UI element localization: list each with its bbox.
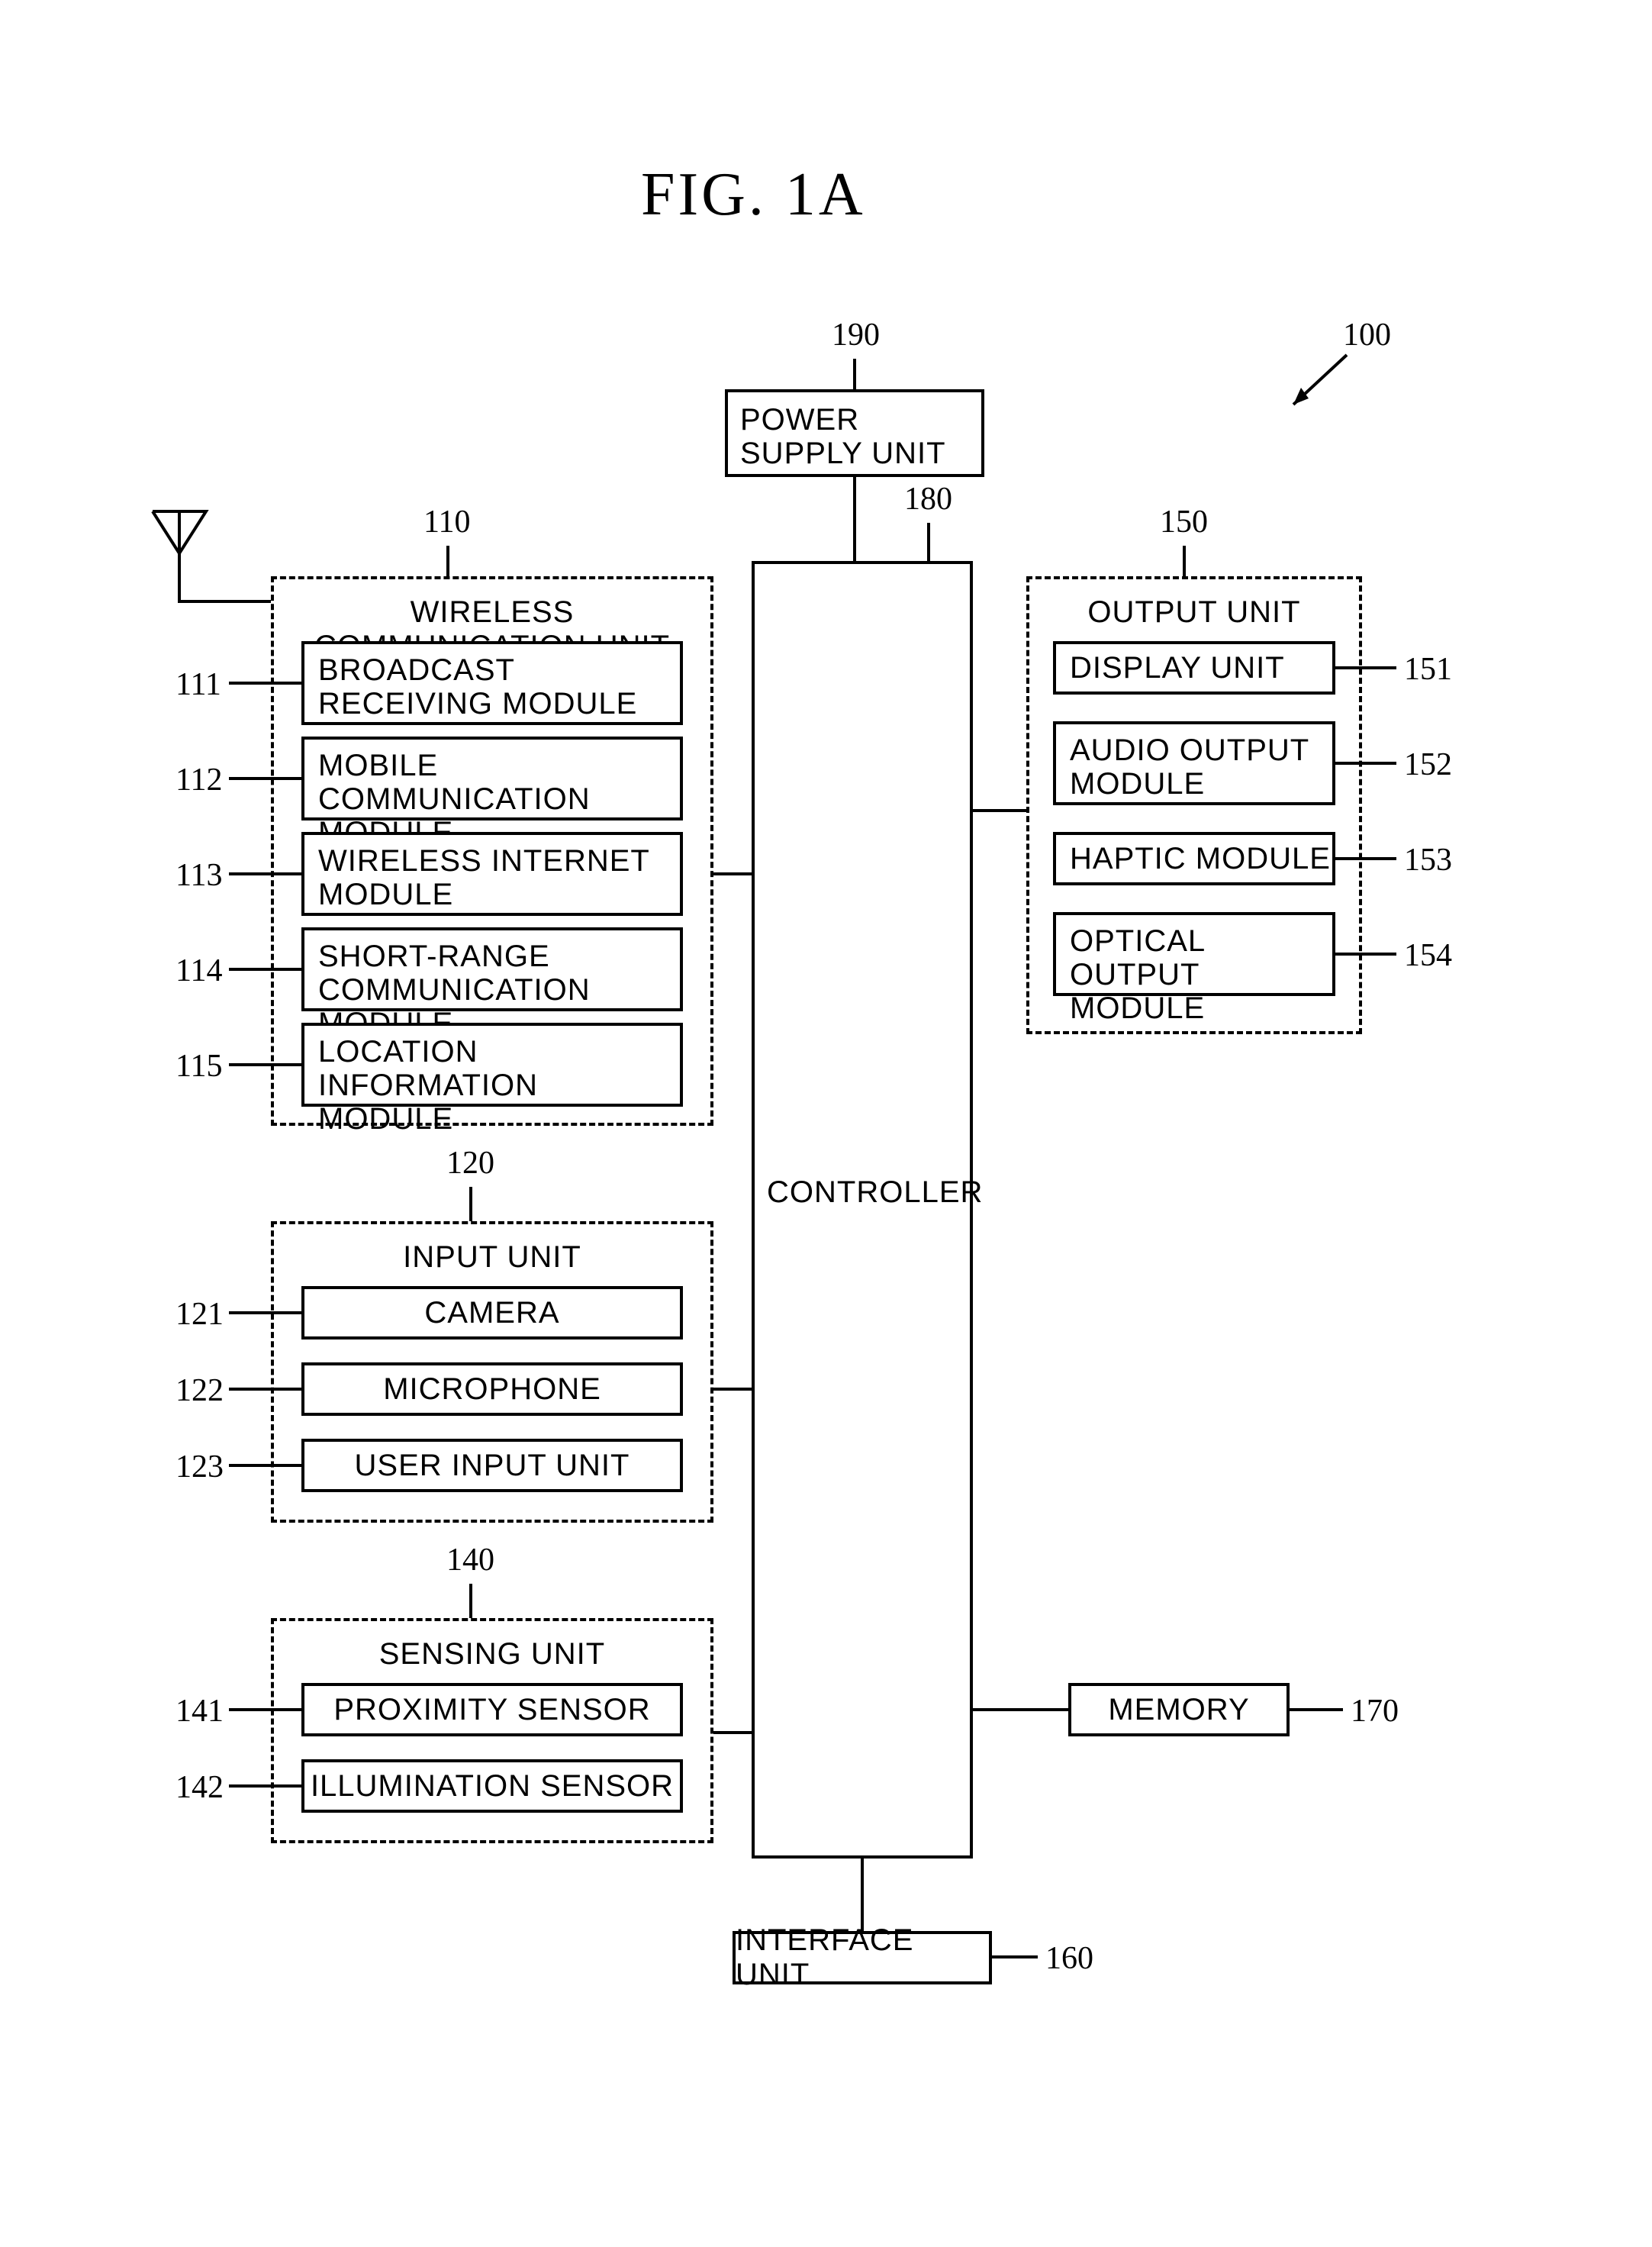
ref-115-lead: [229, 1063, 301, 1066]
ref-122-lead: [229, 1388, 301, 1391]
controller-interface-line: [861, 1859, 864, 1931]
interface-unit-box: INTERFACE UNIT: [733, 1931, 992, 1984]
mobile-comm-box: MOBILE COMMUNICATION MODULE: [301, 737, 683, 820]
ref-110: 110: [423, 504, 470, 540]
interface-unit-label: INTERFACE UNIT: [736, 1923, 989, 1992]
ref-140: 140: [446, 1542, 494, 1578]
ref-121: 121: [176, 1296, 224, 1333]
ref-153: 153: [1404, 842, 1452, 878]
ref-110-tick: [446, 546, 449, 576]
output-controller-line: [973, 809, 1026, 812]
user-input-box: USER INPUT UNIT: [301, 1439, 683, 1492]
memory-controller-line: [973, 1708, 1068, 1711]
power-controller-line: [853, 477, 856, 561]
figure-title: FIG. 1A: [641, 160, 866, 230]
camera-box: CAMERA: [301, 1286, 683, 1339]
sensing-controller-line: [713, 1731, 752, 1734]
ref-152: 152: [1404, 746, 1452, 783]
camera-label: CAMERA: [424, 1296, 559, 1330]
ref-142: 142: [176, 1769, 224, 1806]
ref-160-lead: [992, 1955, 1038, 1958]
ref-142-lead: [229, 1784, 301, 1788]
user-input-label: USER INPUT UNIT: [355, 1449, 630, 1483]
location-label: LOCATION INFORMATION MODULE: [318, 1035, 666, 1136]
ref-160: 160: [1045, 1940, 1093, 1977]
microphone-label: MICROPHONE: [383, 1372, 601, 1407]
ref-113-lead: [229, 872, 301, 875]
ref-170: 170: [1351, 1693, 1399, 1730]
illumination-box: ILLUMINATION SENSOR: [301, 1759, 683, 1813]
ref-123-lead: [229, 1464, 301, 1467]
display-box: DISPLAY UNIT: [1053, 641, 1335, 695]
ref-120: 120: [446, 1145, 494, 1182]
haptic-label: HAPTIC MODULE: [1070, 842, 1331, 876]
ref-140-tick: [469, 1584, 472, 1618]
proximity-label: PROXIMITY SENSOR: [333, 1693, 650, 1727]
ref-180-tick: [927, 523, 930, 561]
ref-113: 113: [176, 857, 222, 894]
haptic-box: HAPTIC MODULE: [1053, 832, 1335, 885]
location-box: LOCATION INFORMATION MODULE: [301, 1023, 683, 1107]
output-unit-title: OUTPUT UNIT: [1038, 595, 1351, 630]
wireless-controller-line: [713, 872, 752, 875]
ref-115: 115: [176, 1048, 222, 1085]
short-range-box: SHORT-RANGE COMMUNICATION MODULE: [301, 927, 683, 1011]
ref-123: 123: [176, 1449, 224, 1485]
ref-190-tick: [853, 359, 856, 389]
input-unit-title: INPUT UNIT: [282, 1240, 702, 1275]
ref-112-lead: [229, 777, 301, 780]
ref-153-lead: [1335, 857, 1396, 860]
broadcast-module-label: BROADCAST RECEIVING MODULE: [318, 653, 666, 721]
audio-label: AUDIO OUTPUT MODULE: [1070, 733, 1319, 801]
ref-120-tick: [469, 1187, 472, 1221]
antenna-lead: [179, 600, 271, 603]
ref-152-lead: [1335, 762, 1396, 765]
ref-100: 100: [1343, 317, 1391, 353]
ref-122: 122: [176, 1372, 224, 1409]
ref-114: 114: [176, 953, 222, 989]
controller-label: CONTROLLER: [767, 1175, 958, 1210]
controller-box: [752, 561, 973, 1859]
ref-190: 190: [832, 317, 880, 353]
ref-141: 141: [176, 1693, 224, 1730]
ref-151: 151: [1404, 651, 1452, 688]
illumination-label: ILLUMINATION SENSOR: [311, 1769, 674, 1804]
ref-180: 180: [904, 481, 952, 517]
microphone-box: MICROPHONE: [301, 1362, 683, 1416]
optical-label: OPTICAL OUTPUT MODULE: [1070, 924, 1319, 1025]
ref-150-tick: [1183, 546, 1186, 576]
ref-154-lead: [1335, 953, 1396, 956]
audio-box: AUDIO OUTPUT MODULE: [1053, 721, 1335, 805]
memory-label: MEMORY: [1108, 1693, 1249, 1727]
broadcast-module-box: BROADCAST RECEIVING MODULE: [301, 641, 683, 725]
ref-112: 112: [176, 762, 222, 798]
ref-111-lead: [229, 682, 301, 685]
ref-150: 150: [1160, 504, 1208, 540]
antenna-icon: [149, 508, 210, 607]
proximity-box: PROXIMITY SENSOR: [301, 1683, 683, 1736]
ref-121-lead: [229, 1311, 301, 1314]
ref-111: 111: [176, 666, 221, 703]
ref-100-arrow: [1282, 351, 1351, 412]
ref-170-lead: [1290, 1708, 1343, 1711]
ref-114-lead: [229, 968, 301, 971]
sensing-unit-title: SENSING UNIT: [282, 1637, 702, 1672]
memory-box: MEMORY: [1068, 1683, 1290, 1736]
ref-151-lead: [1335, 666, 1396, 669]
input-controller-line: [713, 1388, 752, 1391]
optical-box: OPTICAL OUTPUT MODULE: [1053, 912, 1335, 996]
ref-154: 154: [1404, 937, 1452, 974]
power-supply-unit-label: POWER SUPPLY UNIT: [740, 403, 969, 470]
wireless-internet-box: WIRELESS INTERNET MODULE: [301, 832, 683, 916]
ref-141-lead: [229, 1708, 301, 1711]
wireless-internet-label: WIRELESS INTERNET MODULE: [318, 844, 666, 911]
display-label: DISPLAY UNIT: [1070, 651, 1285, 685]
power-supply-unit-box: POWER SUPPLY UNIT: [725, 389, 984, 477]
